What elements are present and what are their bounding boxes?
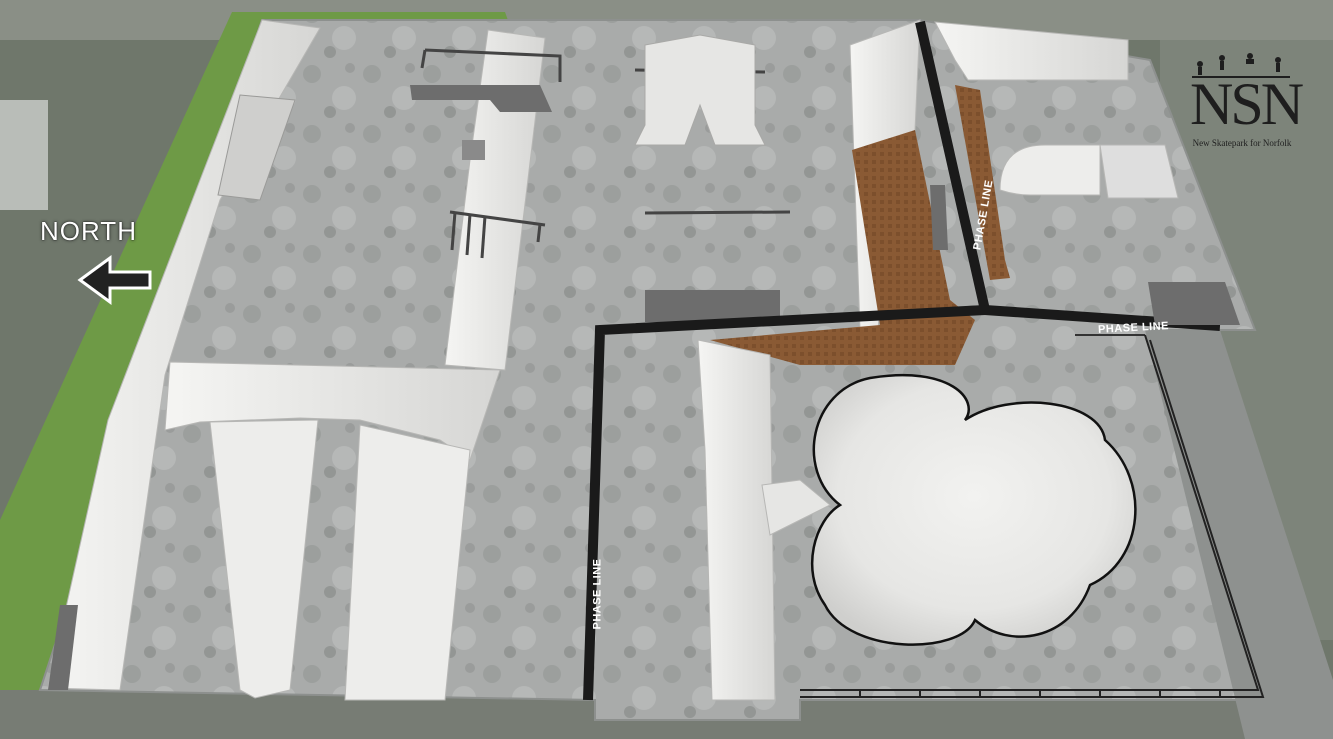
skatepark-plan: [0, 0, 1333, 739]
north-label: NORTH: [40, 216, 137, 246]
east-ledge: [930, 185, 948, 250]
phase-line-label-south: PHASE LINE: [591, 558, 604, 630]
aerial-building: [0, 100, 48, 210]
small-box: [462, 140, 485, 160]
skatepark-rendering: NORTH PHASE LINE PHASE LINE PHASE LINE N…: [0, 0, 1333, 739]
ne-box: [1099, 144, 1179, 199]
logo-subtitle: New Skatepark for Norfolk: [1192, 138, 1292, 148]
ne-hump: [999, 144, 1101, 196]
ne-ledge: [1148, 282, 1240, 325]
logo-mark: NSN: [1190, 71, 1304, 137]
